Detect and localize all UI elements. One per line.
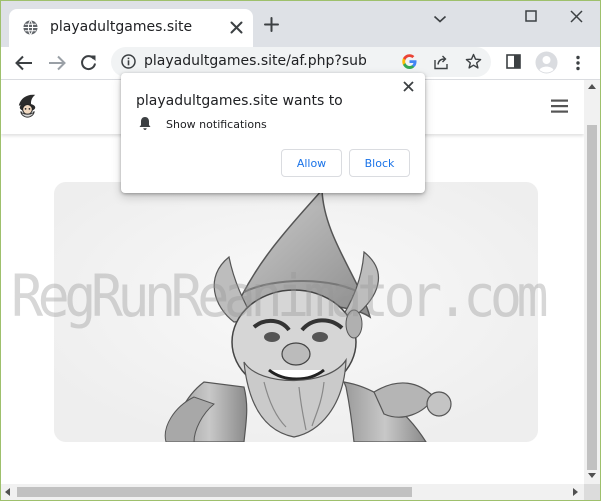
vertical-scrollbar[interactable] — [584, 80, 600, 484]
scrollbar-corner — [584, 484, 600, 500]
bell-icon — [139, 117, 151, 130]
more-vert-icon[interactable] — [575, 55, 581, 71]
info-icon[interactable] — [121, 54, 136, 69]
share-icon[interactable] — [433, 54, 449, 70]
profile-avatar-icon[interactable] — [535, 51, 558, 74]
notification-permission-prompt: playadultgames.site wants to Show notifi… — [121, 73, 425, 193]
block-button[interactable]: Block — [349, 149, 410, 177]
scroll-right-arrow-icon[interactable] — [573, 488, 578, 496]
globe-icon — [23, 20, 38, 35]
close-icon[interactable] — [403, 81, 414, 92]
forward-arrow-icon[interactable] — [48, 55, 66, 71]
maximize-icon[interactable] — [525, 10, 537, 22]
horizontal-scrollbar-thumb[interactable] — [17, 487, 412, 497]
prompt-title: playadultgames.site wants to — [136, 93, 343, 109]
google-icon[interactable] — [402, 54, 417, 69]
browser-window: playadultgames.site playadultgames.site/… — [0, 0, 601, 501]
bookmark-star-icon[interactable] — [465, 53, 482, 70]
gnome-logo-icon[interactable] — [14, 93, 41, 120]
horizontal-scrollbar[interactable] — [1, 484, 584, 500]
side-panel-icon[interactable] — [506, 54, 521, 69]
chevron-down-icon[interactable] — [433, 15, 447, 23]
allow-button[interactable]: Allow — [281, 149, 342, 177]
scroll-down-arrow-icon[interactable] — [588, 473, 596, 478]
reload-icon[interactable] — [80, 54, 97, 71]
tab-strip: playadultgames.site — [1, 1, 600, 47]
scroll-up-arrow-icon[interactable] — [588, 84, 596, 89]
permission-label: Show notifications — [166, 118, 267, 131]
tab-title: playadultgames.site — [50, 19, 193, 35]
hamburger-menu-icon[interactable] — [551, 99, 568, 113]
back-arrow-icon[interactable] — [15, 55, 33, 71]
scroll-left-arrow-icon[interactable] — [5, 488, 10, 496]
new-tab-icon[interactable] — [264, 17, 279, 32]
url-text[interactable]: playadultgames.site/af.php?sub=( — [144, 53, 366, 69]
vertical-scrollbar-thumb[interactable] — [587, 125, 597, 470]
watermark-text: RegRunReanimator.com — [11, 262, 549, 330]
browser-tab[interactable]: playadultgames.site — [9, 9, 253, 47]
window-close-icon[interactable] — [570, 10, 583, 23]
tab-close-icon[interactable] — [230, 21, 243, 34]
